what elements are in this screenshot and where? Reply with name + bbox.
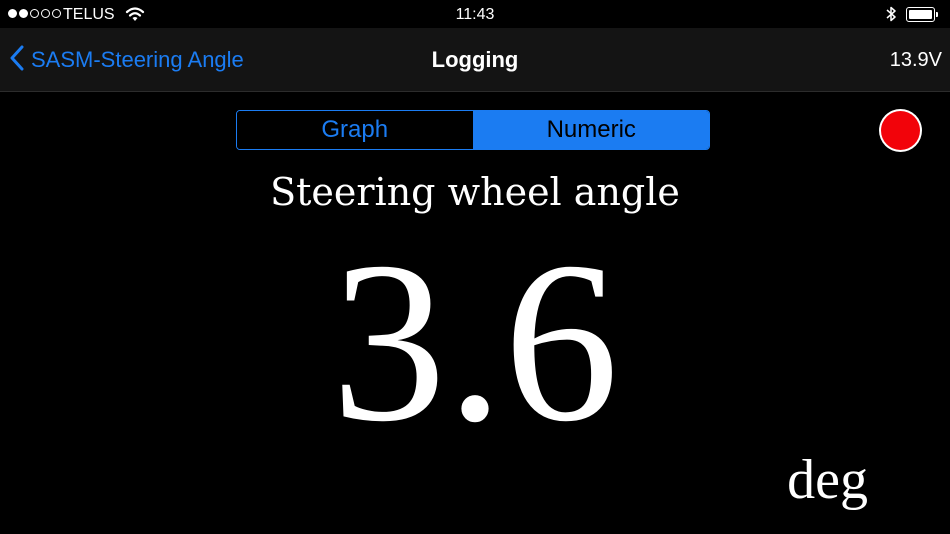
record-icon [881,111,920,150]
battery-tip [936,12,938,17]
page-title: Logging [431,47,519,72]
view-toggle: Graph Numeric [236,110,710,150]
status-bar: TELUS 11:43 [0,0,950,28]
battery-voltage: 13.9V [889,49,942,71]
reading-value: 3.6 [331,214,619,469]
reading-unit: deg [787,449,868,511]
navigation-bar: SASM-Steering Angle Logging 13.9V [0,28,950,92]
record-button[interactable] [879,109,922,152]
graph-tab[interactable]: Graph [237,111,474,149]
numeric-tab[interactable]: Numeric [473,111,709,149]
bluetooth-icon [885,5,897,28]
battery-body [906,7,935,22]
status-time: 11:43 [455,6,495,23]
signal-name: Steering wheel angle [270,170,680,214]
battery-icon [906,7,939,22]
battery-fill [909,10,932,19]
